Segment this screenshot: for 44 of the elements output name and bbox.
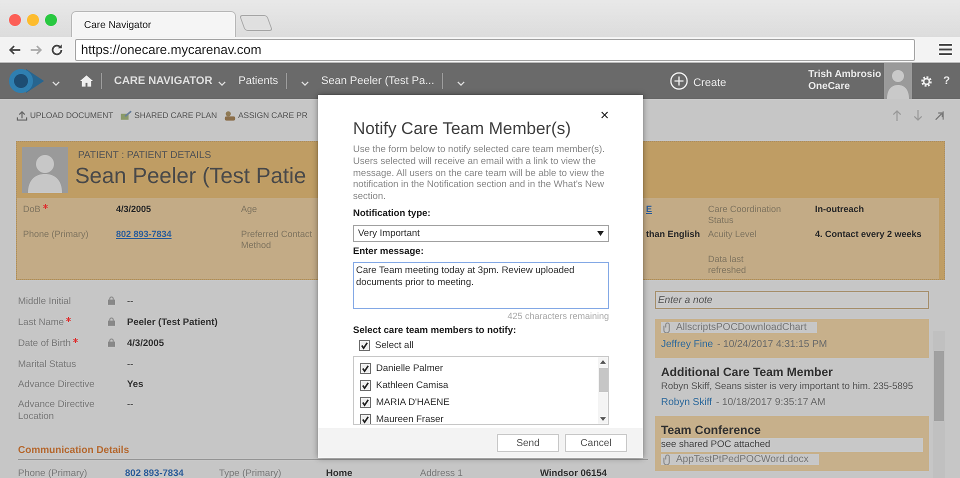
- user-name: Trish Ambrosio: [808, 69, 882, 81]
- note-title: Additional Care Team Member: [661, 365, 834, 379]
- note-title: Team Conference: [661, 423, 762, 437]
- user-organization: OneCare: [808, 81, 851, 93]
- note-text: see shared POC attached: [661, 438, 923, 452]
- field-value: --: [127, 399, 134, 412]
- field-label: Date of Birth: [18, 338, 108, 351]
- section-title: PATIENT : PATIENT DETAILS: [78, 150, 212, 160]
- dialog-title: Notify Care Team Member(s): [353, 119, 571, 139]
- field-label: Select care team members to notify:: [353, 324, 518, 336]
- field-label: Advance Directive Location: [18, 399, 96, 423]
- field-label: Data last refreshed: [708, 254, 748, 276]
- field-value: 4. Contact every 2 weeks: [815, 229, 923, 241]
- field-label: Phone (Primary): [23, 229, 90, 241]
- field-label: DoB: [23, 204, 97, 226]
- field-label: Age: [241, 204, 258, 216]
- field-value: In-outreach: [815, 204, 866, 216]
- character-counter: 425 characters remaining: [506, 310, 609, 321]
- field-label: Care Coordination Status: [708, 204, 782, 226]
- field-value: 4/3/2005: [116, 204, 152, 216]
- field-value: Windsor 06154: [540, 468, 608, 478]
- field-label: Middle Initial: [18, 296, 72, 309]
- field-label: Address 1: [420, 468, 464, 478]
- field-label: Marital Status: [18, 359, 78, 371]
- field-label: Acuity Level: [708, 229, 758, 241]
- field-label: Advance Directive: [18, 379, 96, 391]
- note-time: - 10/24/2017 4:31:15 PM: [717, 339, 828, 350]
- dialog-description: Use the form below to notify selected care team member(s). Users selected will receive an email with a link to view the message. All users on the care team will be able to view the notification in the Notification section and in the What's New section.: [353, 144, 606, 203]
- note-time: - 10/18/2017 9:35:17 AM: [716, 397, 826, 408]
- field-value: --: [127, 359, 134, 371]
- field-value: Yes: [127, 379, 144, 391]
- field-value: 4/3/2005: [127, 338, 164, 351]
- field-value: Peeler (Test Patient): [127, 317, 218, 330]
- field-label: Last Name: [18, 317, 108, 330]
- note-text: Robyn Skiff, Seans sister is very important to him. 235-5895: [661, 381, 914, 393]
- field-label: Type (Primary): [219, 468, 282, 478]
- field-label: Enter message:: [353, 246, 425, 257]
- field-value: than English: [646, 229, 701, 241]
- field-label: Phone (Primary): [18, 468, 88, 478]
- field-label: Notification type:: [353, 208, 432, 219]
- field-value: --: [127, 296, 134, 309]
- field-value: Home: [326, 468, 354, 478]
- patient-name: Sean Peeler (Test Patie: [75, 162, 306, 190]
- field-label: Preferred Contact Method: [241, 229, 314, 251]
